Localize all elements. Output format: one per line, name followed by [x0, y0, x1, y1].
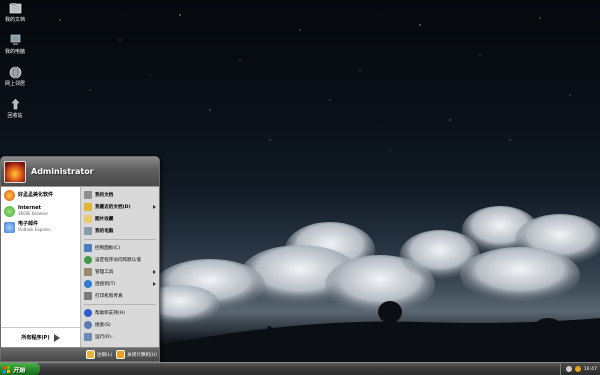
- menu-item-my-documents[interactable]: 我的文档: [81, 189, 159, 201]
- all-programs-button[interactable]: 所有程序(P): [1, 327, 80, 347]
- menu-item-my-pictures[interactable]: 图片收藏: [81, 213, 159, 225]
- printer-icon: [84, 292, 92, 300]
- desktop-icon-my-computer[interactable]: 我的电脑: [2, 34, 28, 55]
- program-defaults-icon: [84, 256, 92, 264]
- menu-item-recent-documents[interactable]: 我最近的文档(D): [81, 201, 159, 213]
- email-icon: [4, 221, 15, 233]
- menu-item-label: 控制面板(C): [95, 246, 121, 251]
- start-button[interactable]: 开始: [0, 363, 40, 375]
- menu-item-label: 图片收藏: [95, 217, 114, 222]
- desktop-icon-recycle-bin[interactable]: 回收站: [2, 98, 28, 119]
- volume-icon[interactable]: [565, 366, 572, 372]
- start-menu: Administrator 好孟孟美化软件 Internet 360SE Bro…: [0, 156, 160, 362]
- pinned-item-subtitle: Outlook Express: [18, 227, 51, 232]
- pinned-item-title: 好孟孟美化软件: [18, 191, 54, 198]
- menu-item-admin-tools[interactable]: 管理工具: [81, 266, 159, 278]
- recent-documents-icon: [84, 203, 92, 211]
- logoff-icon: [85, 350, 95, 359]
- menu-item-label: 我的电脑: [95, 229, 114, 234]
- menu-item-help[interactable]: 帮助和支持(H): [81, 307, 159, 319]
- menu-item-label: 我的文档: [95, 193, 114, 198]
- start-label: 开始: [13, 366, 26, 374]
- clock[interactable]: 16:47: [584, 367, 597, 372]
- menu-item-run[interactable]: 运行(R)...: [81, 331, 159, 343]
- admin-tools-icon: [84, 268, 92, 276]
- my-computer-icon: [84, 227, 92, 235]
- pinned-item-email[interactable]: 电子邮件 Outlook Express: [1, 219, 80, 235]
- menu-item-label: 打印机和传真: [95, 294, 123, 299]
- pinned-programs-pane: 好孟孟美化软件 Internet 360SE Browser 电子邮件 Outl…: [1, 187, 80, 347]
- desktop-icon-label: 我的文档: [4, 17, 25, 23]
- browser-icon: [4, 205, 15, 217]
- my-computer-icon: [10, 34, 20, 45]
- menu-separator: [84, 239, 156, 240]
- menu-separator: [84, 304, 156, 305]
- menu-item-search[interactable]: 搜索(S): [81, 319, 159, 331]
- desktop-icon-label: 回收站: [7, 113, 23, 119]
- shutdown-label: 关闭计算机(U): [127, 352, 157, 358]
- menu-item-label: 连接到(T): [95, 282, 116, 287]
- connect-to-icon: [84, 280, 92, 288]
- beautify-software-icon: [4, 189, 15, 201]
- menu-item-connect-to[interactable]: 连接到(T): [81, 278, 159, 290]
- menu-item-printers[interactable]: 打印机和传真: [81, 290, 159, 302]
- logoff-button[interactable]: 注销(L): [85, 350, 113, 359]
- arrow-right-icon: [53, 333, 60, 342]
- network-places-icon: [9, 66, 21, 79]
- desktop-icon-my-documents[interactable]: 我的文档: [2, 2, 28, 23]
- windows-logo-icon: [3, 365, 10, 373]
- system-places-pane: 我的文档 我最近的文档(D) 图片收藏 我的电脑 控制面板(C) 设定程序访问和…: [80, 187, 159, 347]
- desktop-icon-network-places[interactable]: 网上邻居: [2, 66, 28, 87]
- pinned-item-subtitle: 360SE Browser: [18, 211, 49, 216]
- my-documents-icon: [9, 3, 21, 14]
- submenu-arrow-icon: [153, 205, 156, 209]
- my-pictures-icon: [84, 215, 92, 223]
- start-menu-footer: 注销(L) 关闭计算机(U): [1, 347, 159, 361]
- user-avatar[interactable]: [4, 160, 26, 183]
- submenu-arrow-icon: [153, 270, 156, 274]
- logoff-label: 注销(L): [96, 352, 113, 358]
- menu-item-label: 运行(R)...: [95, 335, 116, 340]
- menu-item-label: 管理工具: [95, 270, 114, 275]
- user-name: Administrator: [31, 167, 94, 176]
- menu-item-label: 帮助和支持(H): [95, 311, 126, 316]
- menu-item-my-computer[interactable]: 我的电脑: [81, 225, 159, 237]
- submenu-arrow-icon: [153, 282, 156, 286]
- control-panel-icon: [84, 244, 92, 252]
- desktop: 我的文档 我的电脑 网上邻居 回收站 Administrator 好孟孟美化软件…: [0, 0, 600, 362]
- desktop-icon-label: 我的电脑: [4, 49, 25, 55]
- shutdown-button[interactable]: 关闭计算机(U): [116, 350, 157, 359]
- recycle-bin-icon: [10, 98, 20, 110]
- start-menu-header: Administrator: [1, 157, 159, 187]
- power-icon: [116, 350, 126, 359]
- pinned-item-beautify-software[interactable]: 好孟孟美化软件: [1, 187, 80, 203]
- system-tray: 16:47: [560, 363, 600, 375]
- all-programs-label: 所有程序(P): [21, 335, 50, 341]
- pinned-item-internet[interactable]: Internet 360SE Browser: [1, 203, 80, 219]
- menu-item-label: 我最近的文档(D): [95, 205, 131, 210]
- run-icon: [84, 333, 92, 341]
- network-status-icon[interactable]: [574, 366, 581, 372]
- menu-item-program-defaults[interactable]: 设定程序访问和默认值: [81, 254, 159, 266]
- my-documents-icon: [84, 191, 92, 199]
- menu-item-control-panel[interactable]: 控制面板(C): [81, 242, 159, 254]
- search-icon: [84, 321, 92, 329]
- desktop-icon-label: 网上邻居: [4, 81, 25, 87]
- menu-item-label: 设定程序访问和默认值: [95, 258, 141, 263]
- menu-item-label: 搜索(S): [95, 323, 111, 328]
- help-icon: [84, 309, 92, 317]
- taskbar: 开始 16:47: [0, 362, 600, 375]
